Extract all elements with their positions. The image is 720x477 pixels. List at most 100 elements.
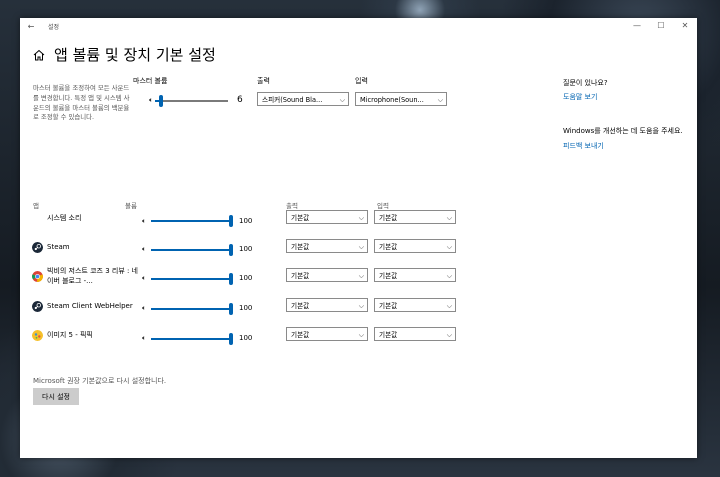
title-bar: ← 설정 — ☐ ✕ [20,18,697,34]
app-volume-slider[interactable] [151,273,233,285]
app-input-dropdown[interactable]: 기본값 ⌵ [374,327,456,341]
app-input-dropdown[interactable]: 기본값 ⌵ [374,239,456,253]
speaker-icon[interactable]: 🔈︎ [142,304,146,313]
chevron-down-icon: ⌵ [339,96,345,104]
output-label: 출력 [257,77,270,85]
back-arrow-icon[interactable]: ← [20,22,42,31]
slider-fill [151,249,229,251]
app-output-dropdown[interactable]: 기본값 ⌵ [286,210,368,224]
app-output-value: 기본값 [291,243,310,251]
app-volume-value: 100 [239,217,253,225]
slider-thumb[interactable] [229,244,233,256]
chevron-down-icon: ⌵ [446,214,452,222]
chevron-down-icon: ⌵ [358,302,364,310]
slider-thumb[interactable] [229,333,233,345]
slider-thumb[interactable] [229,215,233,227]
steam-icon [32,301,43,312]
chevron-down-icon: ⌵ [437,96,443,104]
app-volume-value: 100 [239,304,253,312]
chevron-down-icon: ⌵ [446,272,452,280]
speaker-icon[interactable]: 🔈︎ [142,217,146,226]
app-input-value: 기본값 [379,302,398,310]
master-volume-label: 마스터 볼륨 [133,77,168,85]
chevron-down-icon: ⌵ [358,243,364,251]
app-volume-slider[interactable] [151,215,233,227]
column-header-app: 앱 [33,202,39,210]
column-header-volume: 볼륨 [125,202,137,210]
chevron-down-icon: ⌵ [358,272,364,280]
slider-fill [151,220,229,222]
speaker-icon[interactable]: 🔈︎ [149,96,153,105]
app-volume-value: 100 [239,245,253,253]
app-output-dropdown[interactable]: 기본값 ⌵ [286,239,368,253]
app-input-value: 기본값 [379,243,398,251]
app-volume-slider[interactable] [151,303,233,315]
page-title: 앱 볼륨 및 장치 기본 설정 [54,46,216,64]
slider-thumb[interactable] [229,273,233,285]
home-icon[interactable] [32,48,46,62]
page-header: 앱 볼륨 및 장치 기본 설정 [32,44,216,65]
column-header-output: 출력 [286,202,298,210]
master-description: 마스터 볼륨을 조정하여 모든 사운드를 변경합니다. 특정 앱 및 시스템 사… [33,84,130,122]
output-device-value: 스피커(Sound Bla... [262,96,323,104]
reset-description: Microsoft 권장 기본값으로 다시 설정합니다. [33,377,167,385]
slider-thumb[interactable] [229,303,233,315]
app-output-value: 기본값 [291,272,310,280]
chevron-down-icon: ⌵ [446,331,452,339]
app-name: 빅비의 저스트 코즈 3 리뷰 : 네이버 블로그 -... [47,267,139,285]
column-header-input: 입력 [377,202,389,210]
app-name: 이미지 5 - 픽픽 [47,331,93,339]
app-name: 시스템 소리 [47,214,82,222]
app-input-value: 기본값 [379,272,398,280]
app-output-dropdown[interactable]: 기본값 ⌵ [286,268,368,282]
app-output-value: 기본값 [291,331,310,339]
app-output-value: 기본값 [291,302,310,310]
improve-heading: Windows를 개선하는 데 도움을 주세요. [563,127,683,135]
chevron-down-icon: ⌵ [358,214,364,222]
question-heading: 질문이 있나요? [563,79,608,87]
chevron-down-icon: ⌵ [358,331,364,339]
app-output-dropdown[interactable]: 기본값 ⌵ [286,298,368,312]
speaker-icon[interactable]: 🔈︎ [142,274,146,283]
slider-fill [151,308,229,310]
app-volume-slider[interactable] [151,333,233,345]
slider-track [155,100,228,102]
app-input-dropdown[interactable]: 기본값 ⌵ [374,268,456,282]
slider-thumb[interactable] [159,95,163,107]
maximize-icon[interactable]: ☐ [649,18,673,34]
minimize-icon[interactable]: — [625,18,649,34]
app-volume-value: 100 [239,274,253,282]
app-output-dropdown[interactable]: 기본값 ⌵ [286,327,368,341]
input-device-value: Microphone(Soun... [360,96,424,104]
slider-fill [151,278,229,280]
chrome-icon [32,271,43,282]
help-link[interactable]: 도움말 보기 [563,92,597,102]
steam-icon [32,242,43,253]
speaker-icon[interactable]: 🔈︎ [142,334,146,343]
output-device-dropdown[interactable]: 스피커(Sound Bla... ⌵ [257,92,349,106]
input-label: 입력 [355,77,368,85]
input-device-dropdown[interactable]: Microphone(Soun... ⌵ [355,92,447,106]
app-input-value: 기본값 [379,331,398,339]
picpick-icon [32,330,43,341]
chevron-down-icon: ⌵ [446,302,452,310]
chevron-down-icon: ⌵ [446,243,452,251]
feedback-link[interactable]: 피드백 보내기 [563,141,604,151]
app-volume-value: 100 [239,334,253,342]
master-volume-value: 6 [237,95,243,105]
app-name: Steam Client WebHelper [47,302,133,310]
app-output-value: 기본값 [291,214,310,222]
settings-window: ← 설정 — ☐ ✕ 앱 볼륨 및 장치 기본 설정 마스터 볼륨을 조정하여 … [20,18,697,458]
speaker-icon[interactable]: 🔈︎ [142,245,146,254]
master-volume-slider[interactable] [155,95,228,107]
slider-fill [151,338,229,340]
reset-button[interactable]: 다시 설정 [33,388,79,405]
window-controls: — ☐ ✕ [625,18,697,34]
app-volume-slider[interactable] [151,244,233,256]
app-input-dropdown[interactable]: 기본값 ⌵ [374,210,456,224]
app-name: Steam [47,243,70,251]
app-input-value: 기본값 [379,214,398,222]
close-icon[interactable]: ✕ [673,18,697,34]
app-input-dropdown[interactable]: 기본값 ⌵ [374,298,456,312]
window-title: 설정 [48,23,60,31]
